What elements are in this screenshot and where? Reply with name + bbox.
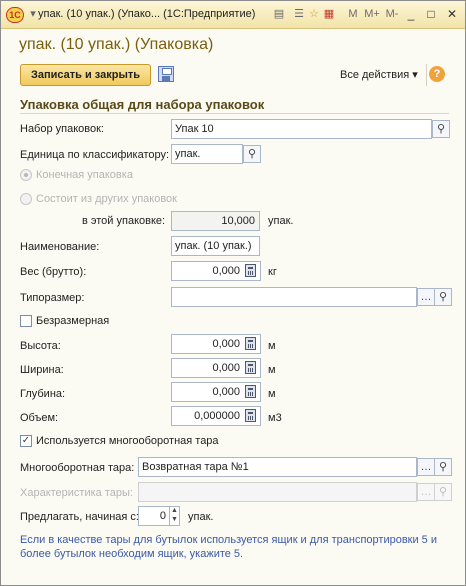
width-label: Ширина: [20, 364, 64, 376]
in-pack-field[interactable]: 10,000 [171, 211, 260, 231]
unit-field[interactable]: упак. [171, 144, 243, 164]
composite-package-label: Состоит из других упаковок [36, 193, 177, 205]
returnable-label: Многооборотная тара: [20, 462, 135, 474]
final-package-radio[interactable] [20, 169, 32, 181]
package-set-field[interactable]: Упак 10 [171, 119, 432, 139]
offer-unit: упак. [188, 511, 214, 523]
group-divider [20, 113, 449, 114]
volume-calculator-icon[interactable] [245, 409, 256, 422]
group-title: Упаковка общая для набора упаковок [20, 97, 265, 112]
characteristic-label: Характеристика тары: [20, 487, 133, 499]
returnable-field[interactable]: Возвратная тара №1 [138, 457, 417, 477]
window-title: упак. (10 упак.) (Упако... (1С:Предприят… [38, 8, 256, 20]
offer-label: Предлагать, начиная с: [20, 511, 139, 523]
weight-calculator-icon[interactable] [245, 264, 256, 277]
height-label: Высота: [20, 340, 61, 352]
package-set-search-icon[interactable]: ⚲ [432, 120, 450, 138]
size-field[interactable] [171, 287, 417, 307]
toolbar-divider [426, 64, 427, 86]
weight-label: Вес (брутто): [20, 266, 87, 278]
returnable-search-icon[interactable]: ⚲ [434, 458, 452, 476]
in-pack-label: в этой упаковке: [82, 215, 166, 227]
minimize-button[interactable]: _ [401, 5, 421, 23]
returnable-checkbox[interactable]: ✓ [20, 435, 32, 447]
memory-m-button[interactable]: M [346, 6, 360, 23]
returnable-select-button[interactable]: … [417, 458, 435, 476]
calendar-icon[interactable]: ▦ [321, 6, 337, 23]
hint-text: Если в качестве тары для бутылок использ… [20, 534, 438, 560]
height-unit: м [268, 340, 276, 352]
composite-package-radio[interactable] [20, 193, 32, 205]
offer-spin-control[interactable]: ▲ ▼ [169, 506, 179, 526]
size-select-button[interactable]: … [417, 288, 435, 306]
returnable-check-label: Используется многооборотная тара [36, 435, 219, 447]
close-button[interactable]: ✕ [442, 5, 462, 23]
in-pack-unit: упак. [268, 215, 294, 227]
size-label: Типоразмер: [20, 292, 85, 304]
depth-calculator-icon[interactable] [245, 385, 256, 398]
depth-unit: м [268, 388, 276, 400]
star-icon[interactable]: ☆ [306, 6, 322, 23]
maximize-button[interactable]: □ [421, 5, 441, 23]
final-package-label: Конечная упаковка [36, 169, 133, 181]
weight-unit: кг [268, 266, 277, 278]
package-set-label: Набор упаковок: [20, 123, 104, 135]
width-calculator-icon[interactable] [245, 361, 256, 374]
dimensionless-checkbox[interactable] [20, 315, 32, 327]
save-icon[interactable] [158, 66, 174, 82]
depth-label: Глубина: [20, 388, 66, 400]
form-window: 1C ▾ упак. (10 упак.) (Упако... (1С:Пред… [0, 0, 466, 586]
all-actions-menu[interactable]: Все действия ▾ [340, 68, 418, 81]
form-title: упак. (10 упак.) (Упаковка) [19, 36, 214, 53]
characteristic-select-button[interactable]: … [417, 483, 435, 501]
unit-label: Единица по классификатору: [20, 149, 170, 161]
1c-logo-icon[interactable]: 1C [6, 7, 24, 23]
title-bar: 1C ▾ упак. (10 упак.) (Упако... (1С:Пред… [1, 1, 465, 29]
memory-minus-button[interactable]: M- [383, 6, 401, 23]
doc-icon[interactable]: ▤ [271, 6, 287, 23]
height-calculator-icon[interactable] [245, 337, 256, 350]
volume-label: Объем: [20, 412, 59, 424]
dimensionless-label: Безразмерная [36, 315, 110, 327]
width-unit: м [268, 364, 276, 376]
unit-search-icon[interactable]: ⚲ [243, 145, 261, 163]
name-label: Наименование: [20, 241, 100, 253]
size-search-icon[interactable]: ⚲ [434, 288, 452, 306]
save-and-close-button[interactable]: Записать и закрыть [20, 64, 151, 86]
characteristic-search-icon[interactable]: ⚲ [434, 483, 452, 501]
help-icon[interactable]: ? [429, 66, 445, 82]
characteristic-field[interactable] [138, 482, 417, 502]
memory-plus-button[interactable]: M+ [363, 6, 381, 23]
name-field[interactable]: упак. (10 упак.) [171, 236, 260, 256]
volume-unit: м3 [268, 412, 282, 424]
list-icon[interactable]: ☰ [291, 6, 307, 23]
